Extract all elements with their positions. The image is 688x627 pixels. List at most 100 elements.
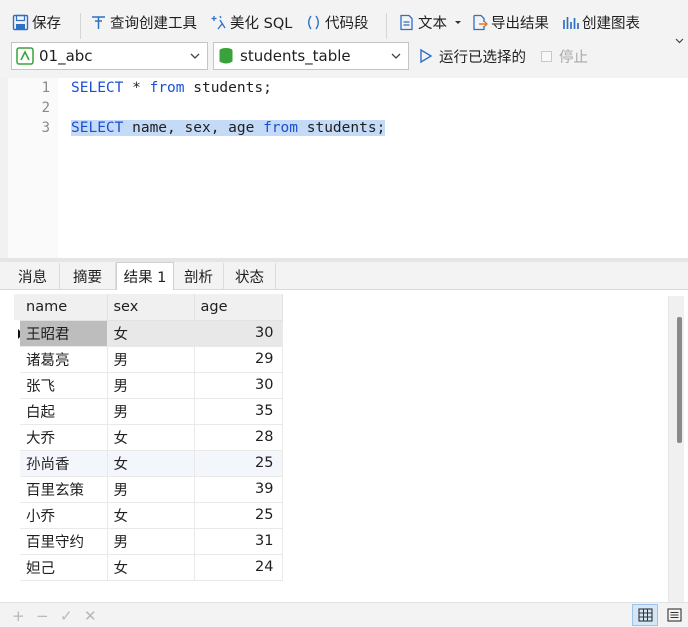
cell-name[interactable]: 妲己 xyxy=(20,554,108,581)
cell-sex[interactable]: 女 xyxy=(107,450,195,477)
cell-sex[interactable]: 女 xyxy=(107,554,195,581)
connection-select[interactable]: 01_abc xyxy=(11,42,208,70)
save-button[interactable]: 保存 xyxy=(12,7,61,37)
create-chart-button[interactable]: 创建图表 xyxy=(562,7,640,37)
table-header-row: name sex age xyxy=(20,294,283,321)
table-row[interactable]: 孙尚香 女 25 xyxy=(20,450,283,477)
tab-result-1[interactable]: 结果 1 xyxy=(116,262,174,291)
column-header-age[interactable]: age xyxy=(194,294,283,321)
table-row[interactable]: 诸葛亮 男 29 xyxy=(20,346,283,373)
table-row[interactable]: 小乔 女 25 xyxy=(20,502,283,529)
line-number: 2 xyxy=(41,100,50,116)
cell-sex[interactable]: 男 xyxy=(107,346,195,373)
query-builder-icon xyxy=(92,15,105,29)
document-icon xyxy=(400,14,413,30)
add-row-icon[interactable]: + xyxy=(12,607,25,625)
connection-value: 01_abc xyxy=(39,47,93,65)
cell-age[interactable]: 39 xyxy=(194,476,283,503)
beautify-sql-button[interactable]: 美化 SQL xyxy=(210,7,292,37)
tab-status[interactable]: 状态 xyxy=(224,263,276,290)
toolbar-context-row: 01_abc students_table 运行已选择的 停止 xyxy=(0,42,688,72)
code-snippet-button[interactable]: 代码段 xyxy=(305,7,369,37)
cell-sex[interactable]: 女 xyxy=(107,424,195,451)
database-select[interactable]: students_table xyxy=(213,42,409,70)
cell-age[interactable]: 31 xyxy=(194,528,283,555)
cell-age[interactable]: 30 xyxy=(194,320,283,347)
line-number-gutter: 1 2 3 xyxy=(0,78,58,258)
stop-label: 停止 xyxy=(559,49,588,66)
line-number: 1 xyxy=(41,80,50,96)
cell-sex[interactable]: 女 xyxy=(107,502,195,529)
cell-sex[interactable]: 男 xyxy=(107,398,195,425)
cell-name[interactable]: 小乔 xyxy=(20,502,108,529)
table-row[interactable]: 妲己 女 24 xyxy=(20,554,283,581)
query-builder-button[interactable]: 查询创建工具 xyxy=(90,7,197,37)
bar-chart-icon xyxy=(563,16,579,29)
form-view-button[interactable] xyxy=(661,604,687,626)
cell-age[interactable]: 24 xyxy=(194,554,283,581)
cell-name[interactable]: 诸葛亮 xyxy=(20,346,108,373)
grid-view-button[interactable] xyxy=(632,604,658,626)
toolbar: 保存 查询创建工具 美化 SQL 代码段 文本 导出结果 创建图表 01_abc… xyxy=(0,0,688,78)
delete-row-icon[interactable]: − xyxy=(36,607,49,625)
sql-editor[interactable]: 1 2 3 SELECT * from students; SELECT nam… xyxy=(0,78,688,258)
export-results-label: 导出结果 xyxy=(491,15,549,32)
tab-summary[interactable]: 摘要 xyxy=(60,263,116,290)
code-line-1[interactable]: SELECT * from students; xyxy=(71,80,272,96)
cell-name[interactable]: 王昭君 xyxy=(20,320,108,347)
sparkle-icon xyxy=(211,15,226,29)
cell-age[interactable]: 25 xyxy=(194,502,283,529)
run-selected-label: 运行已选择的 xyxy=(439,49,526,66)
cell-age[interactable]: 35 xyxy=(194,398,283,425)
parentheses-icon xyxy=(308,15,319,29)
chevron-down-icon xyxy=(190,53,200,59)
tab-profile[interactable]: 剖析 xyxy=(174,263,224,290)
cell-age[interactable]: 25 xyxy=(194,450,283,477)
export-results-button[interactable]: 导出结果 xyxy=(471,7,549,37)
cell-name[interactable]: 大乔 xyxy=(20,424,108,451)
cell-name[interactable]: 白起 xyxy=(20,398,108,425)
code-line-3[interactable]: SELECT name, sex, age from students; xyxy=(71,120,386,136)
cell-name[interactable]: 张飞 xyxy=(20,372,108,399)
sql-text: name, sex, age xyxy=(123,120,264,136)
sql-text: students; xyxy=(298,120,386,136)
beautify-sql-label: 美化 SQL xyxy=(230,15,293,32)
table-row[interactable]: 百里玄策 男 39 xyxy=(20,476,283,503)
grid-status-bar: + − ✓ ✕ xyxy=(0,602,688,627)
code-snippet-label: 代码段 xyxy=(325,15,369,32)
sql-text: * xyxy=(123,80,150,96)
column-header-name[interactable]: name xyxy=(20,294,108,321)
result-tabs: 消息 摘要 结果 1 剖析 状态 xyxy=(0,262,688,291)
table-row[interactable]: 白起 男 35 xyxy=(20,398,283,425)
sql-keyword: from xyxy=(263,120,298,136)
stop-icon xyxy=(541,50,552,62)
stop-button[interactable]: 停止 xyxy=(541,42,588,70)
cell-sex[interactable]: 男 xyxy=(107,372,195,399)
cell-name[interactable]: 百里玄策 xyxy=(20,476,108,503)
apply-changes-icon[interactable]: ✓ xyxy=(60,607,73,625)
create-chart-label: 创建图表 xyxy=(582,15,640,32)
sql-text: students; xyxy=(184,80,272,96)
discard-changes-icon[interactable]: ✕ xyxy=(84,607,97,625)
cell-sex[interactable]: 女 xyxy=(107,320,195,347)
cell-age[interactable]: 30 xyxy=(194,372,283,399)
cell-name[interactable]: 百里守约 xyxy=(20,528,108,555)
scrollbar-thumb[interactable] xyxy=(677,317,682,443)
table-row[interactable]: 百里守约 男 31 xyxy=(20,528,283,555)
cell-age[interactable]: 28 xyxy=(194,424,283,451)
table-row[interactable]: 张飞 男 30 xyxy=(20,372,283,399)
text-mode-button[interactable]: 文本 xyxy=(398,7,466,37)
cell-name[interactable]: 孙尚香 xyxy=(20,450,108,477)
vertical-scrollbar[interactable] xyxy=(668,296,684,602)
database-icon xyxy=(219,48,233,64)
tab-messages[interactable]: 消息 xyxy=(6,263,60,290)
cell-sex[interactable]: 男 xyxy=(107,528,195,555)
cell-age[interactable]: 29 xyxy=(194,346,283,373)
chevron-down-icon xyxy=(391,53,401,59)
cell-sex[interactable]: 男 xyxy=(107,476,195,503)
table-row[interactable]: 王昭君 女 30 xyxy=(20,320,283,347)
run-selected-button[interactable]: 运行已选择的 xyxy=(418,42,526,70)
toolbar-divider xyxy=(80,13,81,39)
column-header-sex[interactable]: sex xyxy=(107,294,195,321)
table-row[interactable]: 大乔 女 28 xyxy=(20,424,283,451)
